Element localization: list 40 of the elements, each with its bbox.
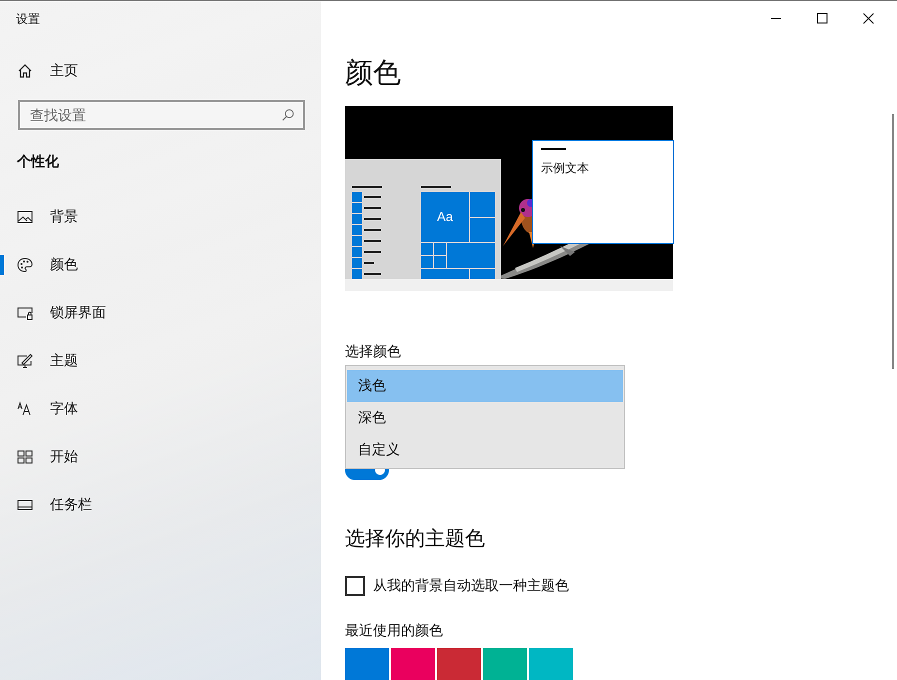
sidebar-item[interactable]: 背景 — [0, 193, 321, 241]
sidebar-item[interactable]: 锁屏界面 — [0, 289, 321, 337]
tile-label: Aa — [436, 209, 454, 224]
page-title: 颜色 — [345, 56, 401, 90]
sidebar-item[interactable]: 颜色 — [0, 241, 321, 289]
menu-option[interactable]: 自定义 — [347, 434, 623, 466]
field-label: 最近使用的颜色 — [345, 622, 443, 640]
section-heading: 个性化 — [17, 153, 60, 171]
close-icon — [862, 12, 874, 24]
search-field[interactable]: 查找设置 — [18, 100, 305, 130]
sample-text: 示例文本 — [541, 160, 589, 177]
sidebar-item[interactable]: 主题 — [0, 337, 321, 385]
start-tiles-icon — [17, 449, 33, 465]
sidebar-item[interactable]: 开始 — [0, 433, 321, 481]
search-icon — [281, 108, 295, 122]
palette-icon — [17, 257, 33, 273]
maximize-icon — [816, 12, 828, 24]
home-icon — [17, 63, 33, 79]
checkbox[interactable] — [345, 576, 365, 596]
scrollbar[interactable] — [892, 114, 894, 369]
sidebar-item[interactable]: 字体 — [0, 385, 321, 433]
font-icon — [17, 401, 33, 417]
picture-frame-icon — [17, 209, 33, 225]
color-swatch[interactable] — [345, 648, 389, 680]
brush-monitor-icon — [17, 353, 33, 369]
color-swatch[interactable] — [437, 648, 481, 680]
lock-screen-icon — [17, 305, 33, 321]
home-link[interactable]: 主页 — [0, 47, 321, 95]
field-label: 选择颜色 — [345, 343, 401, 361]
sidebar-item[interactable]: 任务栏 — [0, 481, 321, 529]
taskbar-icon — [17, 497, 33, 513]
window-title: 设置 — [16, 11, 41, 28]
checkbox-label: 从我的背景自动选取一种主题色 — [373, 577, 569, 595]
menu-option[interactable]: 浅色 — [347, 370, 623, 402]
color-swatch[interactable] — [529, 648, 573, 680]
menu-option[interactable]: 深色 — [347, 402, 623, 434]
title-line-icon — [541, 148, 566, 150]
section-heading: 选择你的主题色 — [345, 527, 485, 552]
color-swatch[interactable] — [483, 648, 527, 680]
color-swatch[interactable] — [391, 648, 435, 680]
